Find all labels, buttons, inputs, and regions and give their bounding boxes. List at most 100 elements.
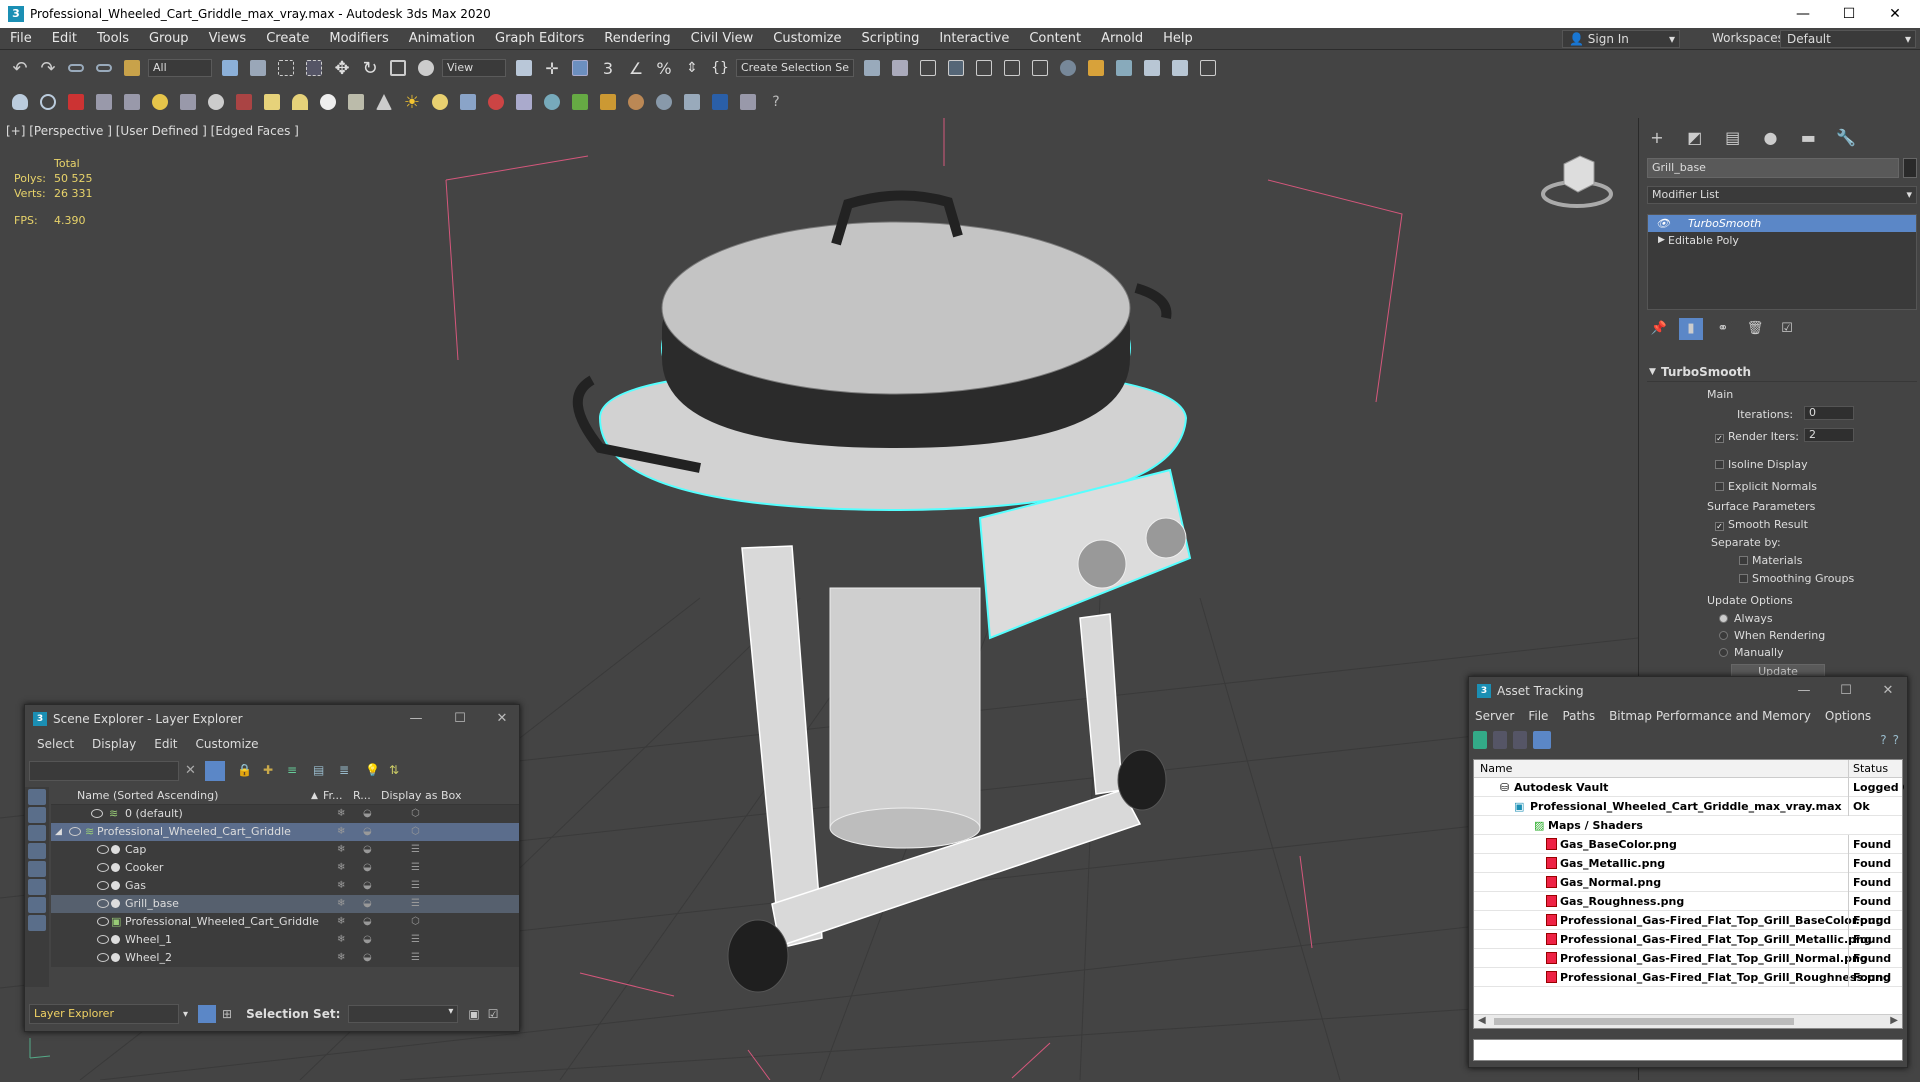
horizontal-scrollbar[interactable]: ◀ ▶ xyxy=(1474,1014,1902,1028)
stack-item-turbosmooth[interactable]: 👁 TurboSmooth xyxy=(1648,215,1916,232)
table-row[interactable]: Wheel_2 ❄ ◒ ☰ xyxy=(51,949,519,967)
hdr-icon[interactable] xyxy=(596,90,620,114)
move-icon[interactable]: ✥ xyxy=(330,56,354,80)
isoline-display-checkbox[interactable]: Isoline Display xyxy=(1715,458,1808,471)
modifier-list-dropdown[interactable]: Modifier List ▾ xyxy=(1647,186,1917,204)
display-groups-icon[interactable] xyxy=(28,897,46,913)
snaps-toggle-icon[interactable]: 3 xyxy=(596,56,620,80)
at-menu-options[interactable]: Options xyxy=(1825,709,1871,723)
select-manipulate-icon[interactable]: ✛ xyxy=(540,56,564,80)
asset-row[interactable]: Gas_Normal.png Found xyxy=(1474,873,1902,892)
grid-icon[interactable] xyxy=(120,90,144,114)
render-frame-icon[interactable] xyxy=(64,90,88,114)
placement-icon[interactable] xyxy=(414,56,438,80)
expand-triangle-icon[interactable]: ◢ xyxy=(55,823,62,841)
close-button[interactable]: ✕ xyxy=(487,705,517,733)
menu-scripting[interactable]: Scripting xyxy=(852,31,930,46)
table-row[interactable]: ▣ Professional_Wheeled_Cart_Griddle ❄ ◒ ⬡ xyxy=(51,913,519,931)
scene-converter-icon[interactable] xyxy=(736,90,760,114)
schematic-view-icon[interactable] xyxy=(1028,56,1052,80)
plane-object-icon[interactable] xyxy=(512,90,536,114)
manually-radio[interactable]: Manually xyxy=(1719,646,1784,659)
asset-tracking-titlebar[interactable]: 3 Asset Tracking — ☐ ✕ xyxy=(1469,677,1907,705)
edit-selection-set-icon[interactable]: ▣ xyxy=(468,1007,479,1021)
at-menu-bitmap[interactable]: Bitmap Performance and Memory xyxy=(1609,709,1811,723)
se-menu-edit[interactable]: Edit xyxy=(154,737,177,751)
asset-row[interactable]: ▨ Maps / Shaders xyxy=(1474,816,1902,835)
se-menu-display[interactable]: Display xyxy=(92,737,136,751)
mesh-light-icon[interactable] xyxy=(344,90,368,114)
scroll-left-icon[interactable]: ◀ xyxy=(1478,1015,1486,1026)
sun-icon[interactable]: ☀ xyxy=(400,90,424,114)
rotate-icon[interactable]: ↻ xyxy=(358,56,382,80)
grid-view-icon[interactable] xyxy=(1533,731,1551,749)
box-icon[interactable]: ⬡ xyxy=(411,805,420,823)
se-menu-customize[interactable]: Customize xyxy=(196,737,259,751)
snowflake-icon[interactable]: ❄ xyxy=(337,877,345,895)
menu-rendering[interactable]: Rendering xyxy=(594,31,680,46)
vfb-icon[interactable] xyxy=(680,90,704,114)
always-radio[interactable]: Always xyxy=(1719,612,1773,625)
column-status[interactable]: Status xyxy=(1848,760,1904,778)
menu-animation[interactable]: Animation xyxy=(399,31,485,46)
teapot-icon[interactable] xyxy=(8,90,32,114)
eye-icon[interactable] xyxy=(91,809,103,818)
column-frozen[interactable]: Fr... xyxy=(323,787,343,805)
filter-icon[interactable] xyxy=(205,761,225,781)
display-lights-icon[interactable] xyxy=(28,825,46,841)
render-iterative-icon[interactable] xyxy=(1168,56,1192,80)
maximize-button[interactable]: ☐ xyxy=(1831,677,1861,705)
scroll-thumb[interactable] xyxy=(1494,1018,1794,1025)
asset-row[interactable]: Professional_Gas-Fired_Flat_Top_Grill_Ba… xyxy=(1474,911,1902,930)
hierarchy-toggle-icon[interactable]: ⊞ xyxy=(222,1007,232,1021)
edit-named-selection-icon[interactable]: {} xyxy=(708,56,732,80)
box-icon[interactable]: ⬡ xyxy=(411,913,420,931)
display-cameras-icon[interactable] xyxy=(28,843,46,859)
stack-icon[interactable]: ☰ xyxy=(411,877,420,895)
dome-light-icon[interactable] xyxy=(288,90,312,114)
teapot-icon[interactable]: ◒ xyxy=(363,805,372,823)
lightbulb-icon[interactable] xyxy=(148,90,172,114)
sphere-light-icon[interactable] xyxy=(204,90,228,114)
snowflake-icon[interactable]: ❄ xyxy=(337,895,345,913)
keyboard-shortcut-override-icon[interactable] xyxy=(568,56,592,80)
table-row[interactable]: Cap ❄ ◒ ☰ xyxy=(51,841,519,859)
asset-row[interactable]: Professional_Gas-Fired_Flat_Top_Grill_Ro… xyxy=(1474,968,1902,987)
snowflake-icon[interactable]: ❄ xyxy=(337,859,345,877)
select-object-icon[interactable] xyxy=(218,56,242,80)
angle-snap-icon[interactable]: ∠ xyxy=(624,56,648,80)
selection-filter-dropdown[interactable]: All xyxy=(148,59,212,77)
eye-icon[interactable] xyxy=(97,935,109,944)
rendered-frame-window-icon[interactable] xyxy=(1112,56,1136,80)
layers-toggle-icon[interactable] xyxy=(198,1005,217,1023)
menu-graph-editors[interactable]: Graph Editors xyxy=(485,31,594,46)
table-row[interactable]: ≋ 0 (default) ❄ ◒ ⬡ xyxy=(51,805,519,823)
scene-search-input[interactable] xyxy=(29,761,179,781)
layer-icon[interactable] xyxy=(92,90,116,114)
table-row[interactable]: Cooker ❄ ◒ ☰ xyxy=(51,859,519,877)
asset-row[interactable]: Gas_Roughness.png Found xyxy=(1474,892,1902,911)
eye-icon[interactable] xyxy=(97,953,109,962)
materials-checkbox[interactable]: Materials xyxy=(1739,554,1802,567)
column-name[interactable]: Name (Sorted Ascending) xyxy=(77,787,218,805)
table-row[interactable]: Wheel_1 ❄ ◒ ☰ xyxy=(51,931,519,949)
teapot-icon[interactable]: ◒ xyxy=(363,931,372,949)
menu-modifiers[interactable]: Modifiers xyxy=(319,31,398,46)
at-menu-file[interactable]: File xyxy=(1528,709,1548,723)
clipper-icon[interactable] xyxy=(624,90,648,114)
refresh-icon[interactable] xyxy=(1473,731,1487,749)
undo-icon[interactable]: ↶ xyxy=(8,56,32,80)
ies-light-icon[interactable] xyxy=(372,90,396,114)
utilities-tab-icon[interactable]: 🔧 xyxy=(1832,126,1860,150)
scene-explorer-titlebar[interactable]: 3 Scene Explorer - Layer Explorer — ☐ ✕ xyxy=(25,705,519,733)
layers-icon[interactable]: ≣ xyxy=(339,763,349,777)
light-icon[interactable]: 💡 xyxy=(365,763,380,777)
maximize-button[interactable]: ☐ xyxy=(445,705,475,733)
object-color-swatch[interactable] xyxy=(1903,158,1917,178)
menu-file[interactable]: File xyxy=(0,31,42,46)
selection-set-dropdown[interactable]: ▾ xyxy=(348,1005,459,1023)
explicit-normals-checkbox[interactable]: Explicit Normals xyxy=(1715,480,1817,493)
film-icon[interactable] xyxy=(232,90,256,114)
asset-row[interactable]: ▣ Professional_Wheeled_Cart_Griddle_max_v… xyxy=(1474,797,1902,816)
bind-space-warp-icon[interactable] xyxy=(120,56,144,80)
